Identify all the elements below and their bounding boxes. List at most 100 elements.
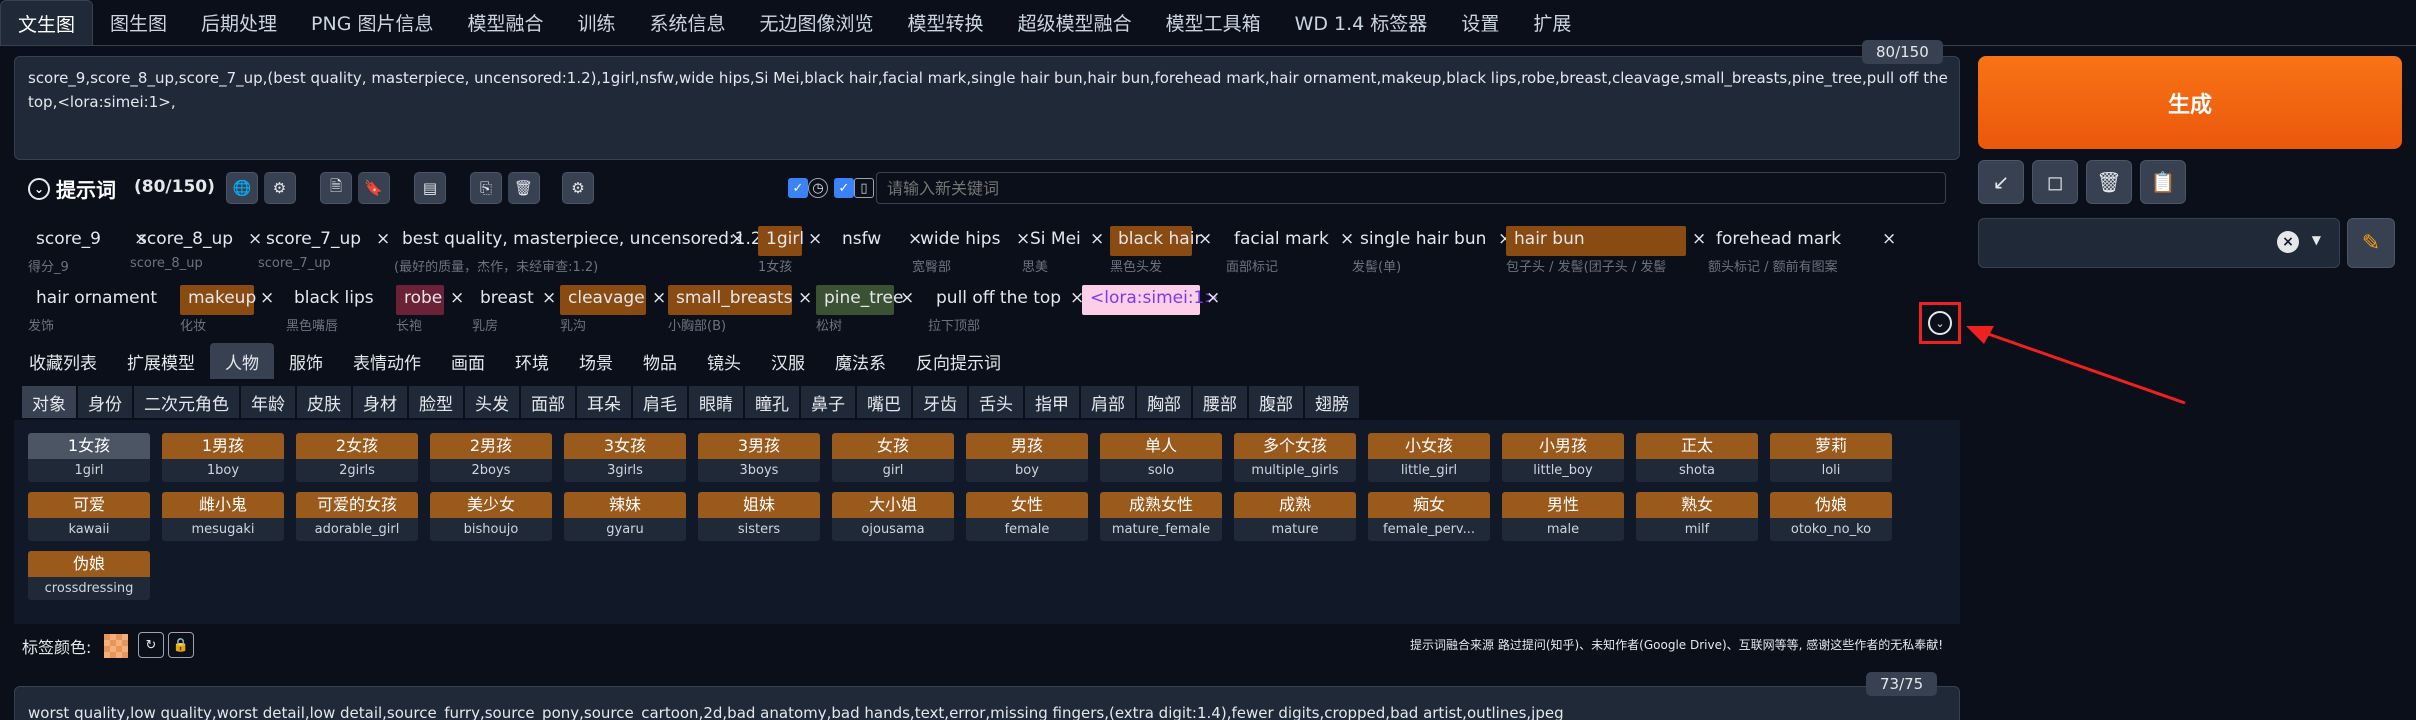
- tag-remove-icon[interactable]: ×: [1198, 229, 1212, 249]
- bookmark-icon[interactable]: 🔖: [358, 172, 390, 204]
- subcategory-tab[interactable]: 头发: [465, 386, 519, 418]
- chevron-down-icon[interactable]: ▼: [2312, 233, 2321, 247]
- tag-card[interactable]: 2女孩 2girls: [296, 433, 418, 482]
- tag-card[interactable]: 成熟女性 mature_female: [1100, 492, 1222, 541]
- tag-chip[interactable]: makeup: [180, 285, 256, 315]
- trash-icon[interactable]: 🗑: [2086, 160, 2132, 204]
- globe-icon[interactable]: 🌐: [226, 172, 258, 204]
- tag-chip[interactable]: best quality, masterpiece, uncensored:1.…: [394, 226, 770, 256]
- tab-3[interactable]: PNG 图片信息: [294, 0, 450, 45]
- generate-button[interactable]: 生成: [1978, 56, 2402, 149]
- subcategory-tab[interactable]: 瞳孔: [745, 386, 799, 418]
- tag-card[interactable]: 多个女孩 multiple_girls: [1234, 433, 1356, 482]
- arrow-icon[interactable]: ↙: [1978, 160, 2024, 204]
- tab-13[interactable]: 扩展: [1516, 0, 1588, 45]
- settings-icon[interactable]: ⚙: [562, 172, 594, 204]
- format-icon[interactable]: ▤: [414, 172, 446, 204]
- subcategory-tab[interactable]: 翅膀: [1305, 386, 1359, 418]
- gear-icon[interactable]: ⚙: [264, 172, 296, 204]
- negative-prompt-text[interactable]: worst quality,low quality,worst detail,l…: [28, 704, 1564, 720]
- tag-remove-icon[interactable]: ×: [730, 229, 744, 249]
- tag-card[interactable]: 单人 solo: [1100, 433, 1222, 482]
- tag-card[interactable]: 伪娘 otoko_no_ko: [1770, 492, 1892, 541]
- tag-card[interactable]: 大小姐 ojousama: [832, 492, 954, 541]
- tag-card[interactable]: 雌小鬼 mesugaki: [162, 492, 284, 541]
- subcategory-tab[interactable]: 腹部: [1249, 386, 1303, 418]
- tab-12[interactable]: 设置: [1444, 0, 1516, 45]
- subcategory-tab[interactable]: 舌头: [969, 386, 1023, 418]
- tag-chip[interactable]: single hair bun: [1352, 226, 1494, 256]
- category-tab[interactable]: 服饰: [274, 343, 338, 379]
- copy-icon[interactable]: ⎘: [470, 172, 502, 204]
- tag-color-swatch[interactable]: [104, 634, 128, 658]
- style-select[interactable]: × ▼: [1978, 218, 2340, 268]
- tab-6[interactable]: 系统信息: [633, 0, 743, 45]
- category-tab[interactable]: 环境: [500, 343, 564, 379]
- clipboard-icon[interactable]: 📋: [2140, 160, 2186, 204]
- tag-chip[interactable]: pine_tree: [816, 285, 903, 315]
- tag-chip[interactable]: breast: [472, 285, 542, 315]
- tag-card[interactable]: 美少女 bishoujo: [430, 492, 552, 541]
- panel-icon[interactable]: ▯: [854, 178, 874, 198]
- tag-card[interactable]: 熟女 milf: [1636, 492, 1758, 541]
- tag-card[interactable]: 辣妹 gyaru: [564, 492, 686, 541]
- tag-chip[interactable]: score_9: [28, 226, 109, 256]
- prompt-text[interactable]: score_9,score_8_up,score_7_up,(best qual…: [28, 66, 1958, 114]
- tag-card[interactable]: 可爱的女孩 adorable_girl: [296, 492, 418, 541]
- square-icon[interactable]: ◻: [2032, 160, 2078, 204]
- tag-card[interactable]: 男孩 boy: [966, 433, 1088, 482]
- edit-style-button[interactable]: ✎: [2347, 218, 2395, 268]
- subcategory-tab[interactable]: 年龄: [241, 386, 295, 418]
- subcategory-tab[interactable]: 皮肤: [297, 386, 351, 418]
- tag-section-title[interactable]: ⌄ 提示词: [28, 174, 116, 203]
- tag-chip[interactable]: pull off the top: [928, 285, 1069, 315]
- category-tab[interactable]: 扩展模型: [112, 343, 210, 379]
- category-tab[interactable]: 表情动作: [338, 343, 436, 379]
- tag-card[interactable]: 女孩 girl: [832, 433, 954, 482]
- tag-remove-icon[interactable]: ×: [260, 288, 274, 308]
- subcategory-tab[interactable]: 二次元角色: [134, 386, 239, 418]
- tag-card[interactable]: 成熟 mature: [1234, 492, 1356, 541]
- clear-icon[interactable]: ×: [2277, 231, 2299, 253]
- tag-card[interactable]: 痴女 female_perv...: [1368, 492, 1490, 541]
- tag-card[interactable]: 小男孩 little_boy: [1502, 433, 1624, 482]
- tab-10[interactable]: 模型工具箱: [1149, 0, 1278, 45]
- subcategory-tab[interactable]: 腰部: [1193, 386, 1247, 418]
- tag-chip[interactable]: wide hips: [912, 226, 1008, 256]
- clock-icon[interactable]: ◷: [808, 178, 828, 198]
- tag-card[interactable]: 可爱 kawaii: [28, 492, 150, 541]
- tag-remove-icon[interactable]: ×: [900, 288, 914, 308]
- category-tab[interactable]: 人物: [210, 343, 274, 379]
- subcategory-tab[interactable]: 对象: [22, 386, 76, 418]
- tag-card[interactable]: 1男孩 1boy: [162, 433, 284, 482]
- tag-remove-icon[interactable]: ×: [376, 229, 390, 249]
- tab-0[interactable]: 文生图: [0, 0, 94, 45]
- tag-card[interactable]: 正太 shota: [1636, 433, 1758, 482]
- tag-chip[interactable]: score_8_up: [130, 226, 241, 256]
- subcategory-tab[interactable]: 眼睛: [689, 386, 743, 418]
- tag-remove-icon[interactable]: ×: [798, 288, 812, 308]
- tag-chip[interactable]: forehead mark: [1708, 226, 1849, 256]
- tag-card[interactable]: 小女孩 little_girl: [1368, 433, 1490, 482]
- tag-chip[interactable]: score_7_up: [258, 226, 369, 256]
- checkbox-checked-2[interactable]: ✓: [834, 178, 854, 198]
- tag-card[interactable]: 女性 female: [966, 492, 1088, 541]
- tag-chip[interactable]: cleavage: [560, 285, 646, 315]
- chevron-down-icon[interactable]: ⌄: [28, 177, 50, 200]
- tab-8[interactable]: 模型转换: [891, 0, 1001, 45]
- tag-chip[interactable]: hair bun: [1506, 226, 1686, 256]
- subcategory-tab[interactable]: 肩部: [1081, 386, 1135, 418]
- category-tab[interactable]: 场景: [564, 343, 628, 379]
- subcategory-tab[interactable]: 肩毛: [633, 386, 687, 418]
- delete-icon[interactable]: 🗑: [508, 172, 540, 204]
- tag-chip[interactable]: black hair: [1110, 226, 1201, 256]
- tag-card[interactable]: 萝莉 loli: [1770, 433, 1892, 482]
- tab-5[interactable]: 训练: [561, 0, 633, 45]
- subcategory-tab[interactable]: 指甲: [1025, 386, 1079, 418]
- refresh-icon[interactable]: ↻: [138, 632, 164, 658]
- tag-chip[interactable]: nsfw: [834, 226, 889, 256]
- category-tab[interactable]: 魔法系: [820, 343, 901, 379]
- tab-4[interactable]: 模型融合: [450, 0, 560, 45]
- category-tab[interactable]: 汉服: [756, 343, 820, 379]
- category-tab[interactable]: 收藏列表: [14, 343, 112, 379]
